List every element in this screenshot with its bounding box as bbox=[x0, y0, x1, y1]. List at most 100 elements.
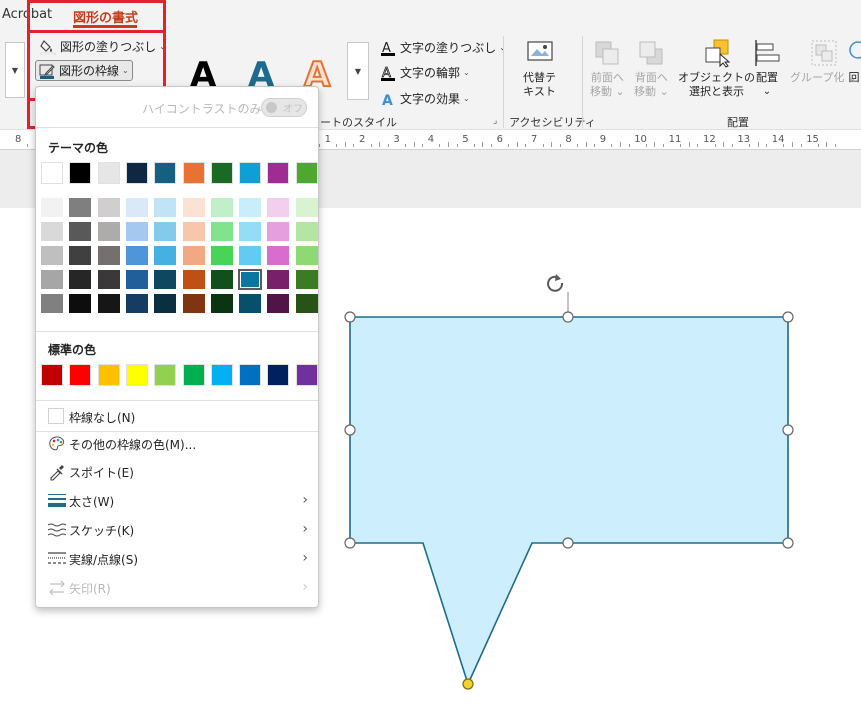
text-effects-button[interactable]: A 文字の効果 ⌄ bbox=[380, 90, 470, 107]
theme-tint-swatch[interactable] bbox=[154, 246, 177, 265]
theme-tint-swatch[interactable] bbox=[154, 270, 177, 289]
theme-tint-swatch[interactable] bbox=[97, 222, 120, 241]
theme-tint-swatch[interactable] bbox=[295, 222, 318, 241]
rotate-handle-icon[interactable] bbox=[547, 274, 569, 317]
theme-tint-swatch[interactable] bbox=[182, 246, 205, 265]
standard-color-swatch[interactable] bbox=[97, 364, 120, 386]
high-contrast-toggle[interactable]: オフ bbox=[261, 98, 307, 117]
theme-tint-swatch[interactable] bbox=[295, 198, 318, 217]
standard-color-swatch[interactable] bbox=[41, 364, 63, 386]
theme-tint-swatch[interactable] bbox=[154, 198, 177, 217]
resize-handle[interactable] bbox=[782, 424, 794, 436]
theme-tint-swatch[interactable] bbox=[267, 294, 290, 313]
theme-tint-swatch[interactable] bbox=[97, 294, 120, 313]
theme-tint-swatch[interactable] bbox=[210, 270, 233, 289]
dashes-item[interactable]: 実線/点線(S) › bbox=[36, 546, 318, 572]
adjust-handle[interactable] bbox=[462, 678, 474, 690]
theme-tint-swatch[interactable] bbox=[267, 270, 290, 289]
standard-color-swatch[interactable] bbox=[210, 364, 233, 386]
more-colors-item[interactable]: その他の枠線の色(M)... bbox=[36, 431, 318, 457]
theme-tint-swatch[interactable] bbox=[154, 222, 177, 241]
dialog-launcher-icon[interactable]: ⌟ bbox=[493, 116, 497, 126]
text-fill-button[interactable]: A 文字の塗りつぶし ⌄ bbox=[380, 39, 506, 56]
theme-tint-swatch[interactable] bbox=[41, 246, 63, 265]
wordart-gallery-more[interactable]: ▼ bbox=[347, 42, 369, 100]
theme-tint-swatch[interactable] bbox=[125, 294, 148, 313]
theme-tint-swatch[interactable] bbox=[239, 246, 262, 265]
theme-tint-swatch[interactable] bbox=[182, 270, 205, 289]
no-outline-item[interactable]: 枠線なし(N) bbox=[36, 404, 318, 430]
theme-color-swatch[interactable] bbox=[182, 162, 205, 184]
theme-tint-swatch[interactable] bbox=[210, 222, 233, 241]
theme-tint-swatch[interactable] bbox=[267, 198, 290, 217]
bring-forward-button[interactable]: 前面へ 移動 ⌄ bbox=[590, 38, 625, 99]
theme-color-swatch[interactable] bbox=[267, 162, 290, 184]
theme-color-swatch[interactable] bbox=[125, 162, 148, 184]
standard-color-swatch[interactable] bbox=[267, 364, 290, 386]
theme-tint-swatch[interactable] bbox=[239, 294, 262, 313]
send-backward-button[interactable]: 背面へ 移動 ⌄ bbox=[634, 38, 669, 99]
theme-tint-swatch[interactable] bbox=[125, 270, 148, 289]
theme-color-swatch[interactable] bbox=[97, 162, 120, 184]
eyedropper-item[interactable]: スポイト(E) bbox=[36, 459, 318, 485]
theme-tint-swatch[interactable] bbox=[69, 222, 92, 241]
alt-text-button[interactable]: 代替テ キスト bbox=[523, 38, 556, 99]
theme-tint-swatch[interactable] bbox=[239, 198, 262, 217]
theme-tint-swatch[interactable] bbox=[210, 198, 233, 217]
theme-tint-swatch[interactable] bbox=[182, 198, 205, 217]
theme-tint-swatch[interactable] bbox=[69, 270, 92, 289]
theme-color-swatch[interactable] bbox=[295, 162, 318, 184]
theme-tint-swatch[interactable] bbox=[267, 222, 290, 241]
theme-tint-swatch[interactable] bbox=[125, 222, 148, 241]
theme-color-swatch[interactable] bbox=[210, 162, 233, 184]
theme-tint-swatch[interactable] bbox=[295, 270, 318, 289]
theme-tint-swatch[interactable] bbox=[182, 222, 205, 241]
standard-color-swatch[interactable] bbox=[295, 364, 318, 386]
theme-tint-swatch[interactable] bbox=[97, 198, 120, 217]
theme-tint-swatch[interactable] bbox=[69, 246, 92, 265]
theme-color-swatch[interactable] bbox=[69, 162, 92, 184]
standard-color-swatch[interactable] bbox=[125, 364, 148, 386]
selection-pane-button[interactable]: オブジェクトの 選択と表示 bbox=[678, 38, 755, 99]
theme-tint-swatch[interactable] bbox=[41, 294, 63, 313]
text-outline-button[interactable]: A 文字の輪郭 ⌄ bbox=[380, 64, 470, 81]
theme-tint-swatch[interactable] bbox=[239, 222, 262, 241]
resize-handle[interactable] bbox=[344, 424, 356, 436]
theme-color-swatch[interactable] bbox=[239, 162, 262, 184]
rotate-button[interactable]: 回 bbox=[846, 38, 861, 85]
selected-color-swatch[interactable] bbox=[238, 269, 263, 290]
theme-tint-swatch[interactable] bbox=[210, 294, 233, 313]
theme-tint-swatch[interactable] bbox=[210, 246, 233, 265]
standard-color-swatch[interactable] bbox=[154, 364, 177, 386]
weight-item[interactable]: 太さ(W) › bbox=[36, 488, 318, 514]
arrows-item[interactable]: 矢印(R) › bbox=[36, 575, 318, 601]
theme-tint-swatch[interactable] bbox=[41, 222, 63, 241]
callout-shape[interactable] bbox=[340, 268, 800, 698]
theme-tint-swatch[interactable] bbox=[267, 246, 290, 265]
theme-tint-swatch[interactable] bbox=[41, 198, 63, 217]
theme-tint-swatch[interactable] bbox=[125, 198, 148, 217]
align-button[interactable]: 配置 ⌄ bbox=[752, 38, 782, 99]
theme-tint-swatch[interactable] bbox=[154, 294, 177, 313]
sketch-item[interactable]: スケッチ(K) › bbox=[36, 517, 318, 543]
theme-color-swatch[interactable] bbox=[154, 162, 177, 184]
resize-handle[interactable] bbox=[782, 537, 794, 549]
resize-handle[interactable] bbox=[344, 537, 356, 549]
theme-tint-swatch[interactable] bbox=[97, 246, 120, 265]
standard-color-swatch[interactable] bbox=[182, 364, 205, 386]
shape-styles-gallery-more[interactable]: ▼ bbox=[5, 42, 25, 98]
standard-color-swatch[interactable] bbox=[69, 364, 92, 386]
standard-color-swatch[interactable] bbox=[239, 364, 262, 386]
theme-tint-swatch[interactable] bbox=[69, 198, 92, 217]
theme-color-swatch[interactable] bbox=[41, 162, 63, 184]
theme-tint-swatch[interactable] bbox=[41, 270, 63, 289]
theme-tint-swatch[interactable] bbox=[295, 294, 318, 313]
theme-tint-swatch[interactable] bbox=[295, 246, 318, 265]
theme-tint-swatch[interactable] bbox=[182, 294, 205, 313]
theme-tint-swatch[interactable] bbox=[97, 270, 120, 289]
resize-handle[interactable] bbox=[562, 537, 574, 549]
resize-handle[interactable] bbox=[782, 311, 794, 323]
theme-tint-swatch[interactable] bbox=[125, 246, 148, 265]
theme-tint-swatch[interactable] bbox=[69, 294, 92, 313]
resize-handle[interactable] bbox=[344, 311, 356, 323]
